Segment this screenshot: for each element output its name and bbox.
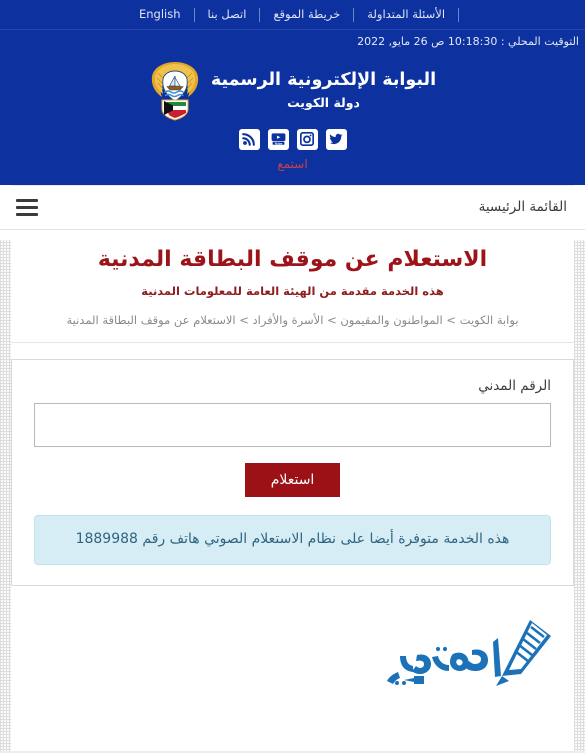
- utility-separator: [193, 7, 195, 22]
- brand-subtitle: دولة الكويت: [287, 94, 360, 110]
- texture-strip-right: [574, 240, 585, 753]
- voice-inquiry-info-alert: هذه الخدمة متوفرة أيضا على نظام الاستعلا…: [34, 515, 551, 565]
- brand-text-block: البوابة الإلكترونية الرسمية دولة الكويت: [211, 70, 436, 110]
- mohtawa-logo[interactable]: [380, 614, 560, 692]
- utility-link-english[interactable]: English: [126, 8, 194, 21]
- rss-icon[interactable]: [238, 128, 260, 150]
- hamburger-bar: [16, 205, 38, 209]
- civil-number-input[interactable]: [34, 402, 551, 447]
- utility-link-faq[interactable]: الأسئلة المتداولة: [354, 8, 458, 21]
- brand-row: البوابة الإلكترونية الرسمية دولة الكويت: [0, 53, 585, 121]
- submit-row: استعلام: [34, 462, 551, 498]
- twitter-icon[interactable]: [325, 128, 347, 150]
- local-time-row: التوقيت المحلي : 10:18:30 ص 26 مايو, 202…: [0, 29, 585, 53]
- svg-text:Tube: Tube: [274, 141, 282, 145]
- utility-link-sitemap[interactable]: خريطة الموقع: [260, 8, 353, 21]
- main-navbar: القائمة الرئيسية: [0, 185, 585, 230]
- header-blue-band: الأسئلة المتداولة خريطة الموقع اتصل بنا …: [0, 0, 585, 185]
- utility-nav: الأسئلة المتداولة خريطة الموقع اتصل بنا …: [0, 0, 585, 29]
- instagram-icon[interactable]: [296, 128, 318, 150]
- hamburger-bar: [16, 212, 38, 216]
- hamburger-menu-icon[interactable]: [16, 198, 38, 216]
- utility-separator: [259, 7, 261, 22]
- page-title-block: الاستعلام عن موقف البطاقة المدنية هذه ال…: [11, 230, 574, 298]
- page-root: الأسئلة المتداولة خريطة الموقع اتصل بنا …: [0, 0, 585, 753]
- page-title: الاستعلام عن موقف البطاقة المدنية: [97, 247, 488, 272]
- social-icons-row: Tube: [0, 121, 585, 157]
- page-subtitle: هذه الخدمة مقدمة من الهيئة العامة للمعلو…: [141, 283, 444, 298]
- content-divider: [11, 341, 574, 343]
- content-area: الاستعلام عن موقف البطاقة المدنية هذه ال…: [0, 230, 585, 692]
- texture-strip-left: [0, 240, 11, 753]
- breadcrumb[interactable]: بوابة الكويت > المواطنون والمقيمون > الأ…: [11, 313, 574, 342]
- listen-link[interactable]: استمع: [277, 157, 307, 171]
- kuwait-state-emblem-icon: [151, 62, 199, 121]
- listen-row: استمع: [0, 157, 585, 181]
- footer-logo-wrap: [11, 586, 574, 692]
- youtube-icon[interactable]: Tube: [267, 128, 289, 150]
- civil-number-label: الرقم المدني: [478, 377, 551, 394]
- hamburger-bar: [16, 198, 38, 202]
- utility-separator: [353, 7, 355, 22]
- utility-separator: [458, 7, 460, 22]
- inquiry-form-card: الرقم المدني استعلام هذه الخدمة متوفرة أ…: [11, 358, 574, 586]
- local-time-text: التوقيت المحلي : 10:18:30 ص 26 مايو, 202…: [357, 35, 579, 48]
- brand-title: البوابة الإلكترونية الرسمية: [210, 70, 437, 91]
- inquire-button[interactable]: استعلام: [244, 462, 341, 498]
- utility-link-contact-us[interactable]: اتصل بنا: [195, 8, 260, 21]
- main-menu-label: القائمة الرئيسية: [478, 199, 567, 215]
